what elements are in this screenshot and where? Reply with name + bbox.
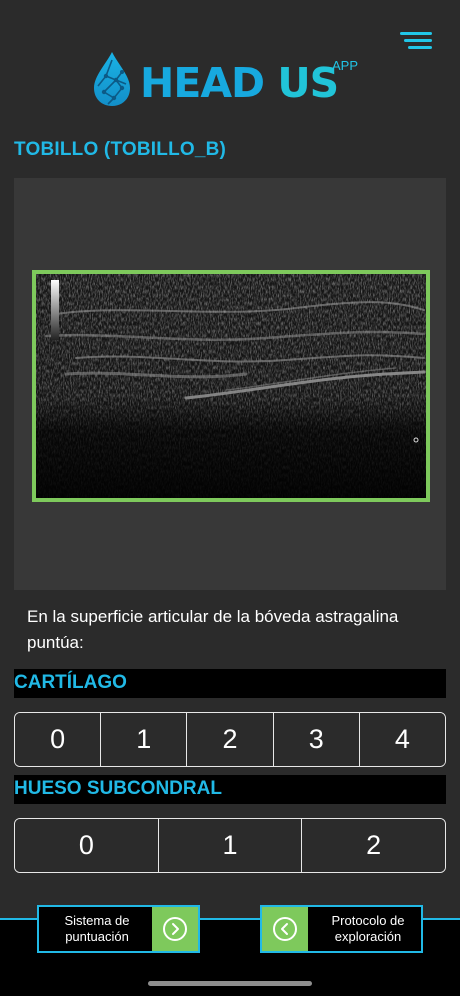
app-screen: HEAD US APP TOBILLO (TOBILLO_B) En la su… <box>0 0 460 996</box>
category-title: CARTÍLAGO <box>14 672 127 693</box>
category-title: HUESO SUBCONDRAL <box>14 778 222 799</box>
ultrasound-image <box>32 270 430 502</box>
scoring-system-label: Sistema de puntuación <box>64 913 130 944</box>
score-option-1[interactable]: 1 <box>100 713 187 766</box>
page-title: TOBILLO (TOBILLO_B) <box>14 139 227 160</box>
category-header-hueso-subcondral: HUESO SUBCONDRAL <box>14 775 446 804</box>
score-selector-hueso-subcondral: 0 1 2 <box>14 818 446 873</box>
chevron-right-circle-icon <box>163 917 187 941</box>
ultrasound-panel <box>14 178 446 590</box>
logo-us-text: US <box>277 59 339 107</box>
score-selector-cartilago: 0 1 2 3 4 <box>14 712 446 767</box>
category-header-cartilago: CARTÍLAGO <box>14 669 446 698</box>
exploration-protocol-button[interactable]: Protocolo de exploración <box>260 905 423 953</box>
hamburger-menu-icon[interactable] <box>398 30 432 52</box>
logo-app-superscript: APP <box>332 58 359 73</box>
exploration-protocol-label: Protocolo de exploración <box>331 913 405 944</box>
back-arrow-box <box>262 907 308 951</box>
water-drop-icon <box>94 52 130 106</box>
home-indicator[interactable] <box>148 981 312 986</box>
logo-wordmark: HEAD US <box>140 58 339 108</box>
logo-head-text: HEAD <box>140 59 265 107</box>
score-option-2[interactable]: 2 <box>186 713 273 766</box>
score-option-4[interactable]: 4 <box>358 713 445 766</box>
chevron-left-circle-icon <box>273 917 297 941</box>
score-option-3[interactable]: 3 <box>272 713 359 766</box>
score-option-0[interactable]: 0 <box>15 819 158 872</box>
next-arrow-box <box>152 907 198 951</box>
head-us-logo: HEAD US APP <box>92 50 382 116</box>
score-option-1[interactable]: 1 <box>157 819 302 872</box>
question-text: En la superficie articular de la bóveda … <box>27 607 399 652</box>
score-option-0[interactable]: 0 <box>15 713 101 766</box>
score-option-2[interactable]: 2 <box>301 819 445 872</box>
scoring-system-button[interactable]: Sistema de puntuación <box>37 905 200 953</box>
